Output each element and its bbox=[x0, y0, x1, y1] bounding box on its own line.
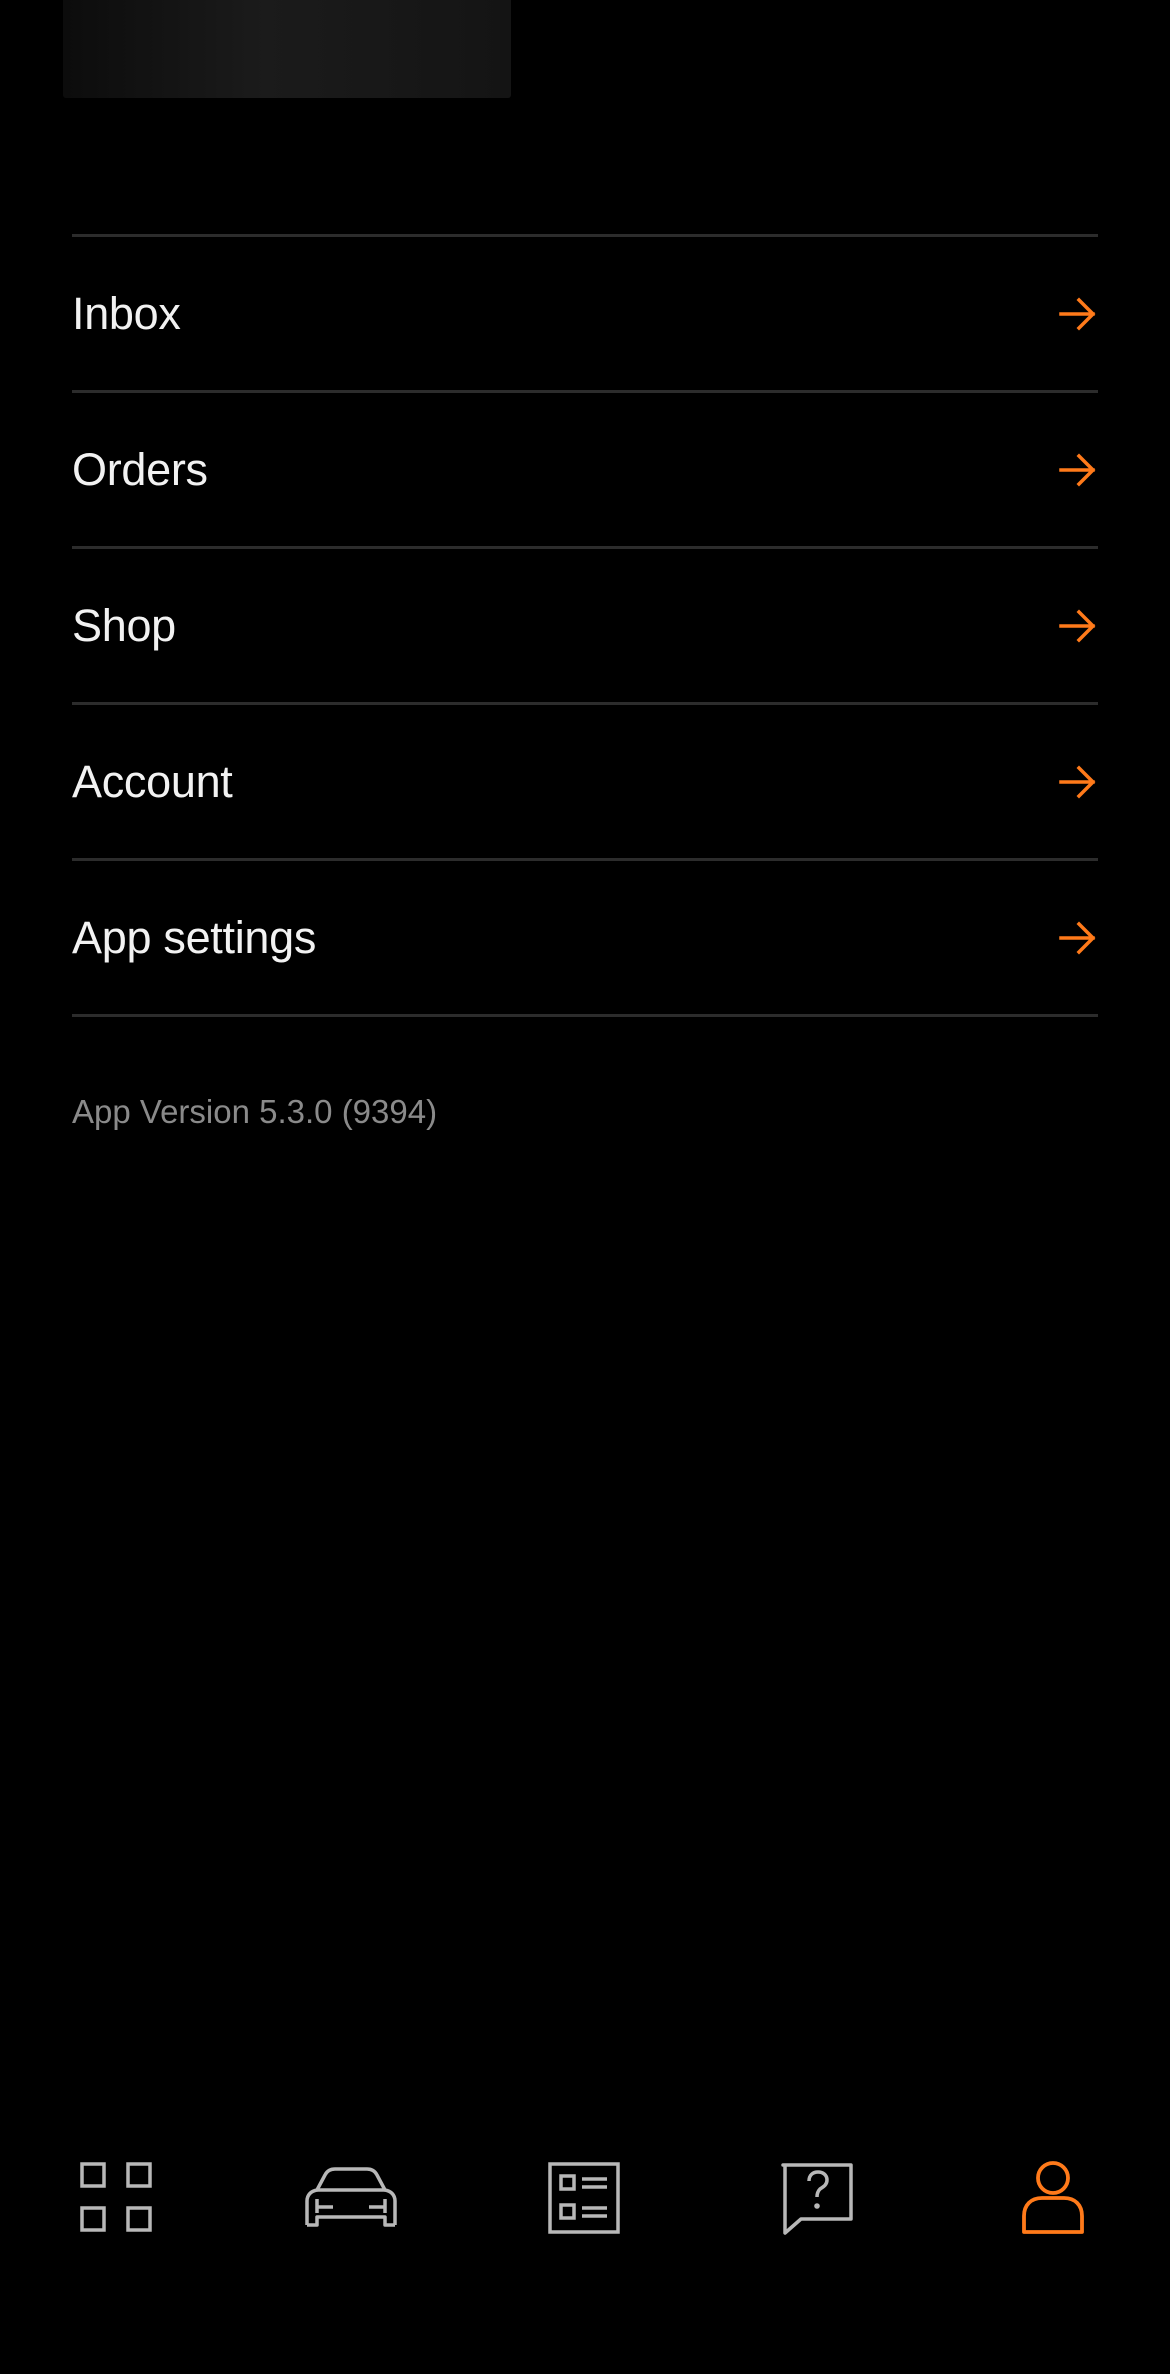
arrow-right-icon bbox=[1059, 609, 1096, 642]
menu-item-label: App settings bbox=[72, 911, 317, 963]
arrow-right-icon bbox=[1059, 297, 1096, 330]
arrow-right-icon bbox=[1059, 453, 1096, 486]
grid-icon bbox=[80, 2162, 152, 2232]
menu-item-label: Orders bbox=[72, 443, 208, 495]
tab-help[interactable] bbox=[757, 2148, 877, 2248]
menu-item-label: Inbox bbox=[72, 287, 181, 339]
tab-dashboard[interactable] bbox=[57, 2148, 177, 2248]
arrow-right-icon bbox=[1059, 765, 1096, 798]
menu-item-shop[interactable]: Shop bbox=[72, 549, 1098, 705]
menu-item-orders[interactable]: Orders bbox=[72, 393, 1098, 549]
menu-item-label: Shop bbox=[72, 599, 176, 651]
menu-item-app-settings[interactable]: App settings bbox=[72, 861, 1098, 1017]
bottom-tab-bar bbox=[0, 2148, 1170, 2248]
menu-item-inbox[interactable]: Inbox bbox=[72, 237, 1098, 393]
tab-services[interactable] bbox=[524, 2148, 644, 2248]
profile-menu: Inbox Orders Shop Account App settings bbox=[72, 234, 1098, 1017]
menu-item-label: Account bbox=[72, 755, 233, 807]
app-version-text: App Version 5.3.0 (9394) bbox=[72, 1093, 438, 1130]
menu-item-account[interactable]: Account bbox=[72, 705, 1098, 861]
checklist-icon bbox=[548, 2162, 620, 2234]
help-chat-icon bbox=[781, 2163, 853, 2235]
tab-vehicle[interactable] bbox=[291, 2148, 411, 2248]
car-icon bbox=[305, 2167, 397, 2227]
profile-icon bbox=[1022, 2161, 1084, 2234]
arrow-right-icon bbox=[1059, 921, 1096, 954]
tab-profile[interactable] bbox=[993, 2148, 1113, 2248]
profile-header-image bbox=[63, 0, 511, 98]
